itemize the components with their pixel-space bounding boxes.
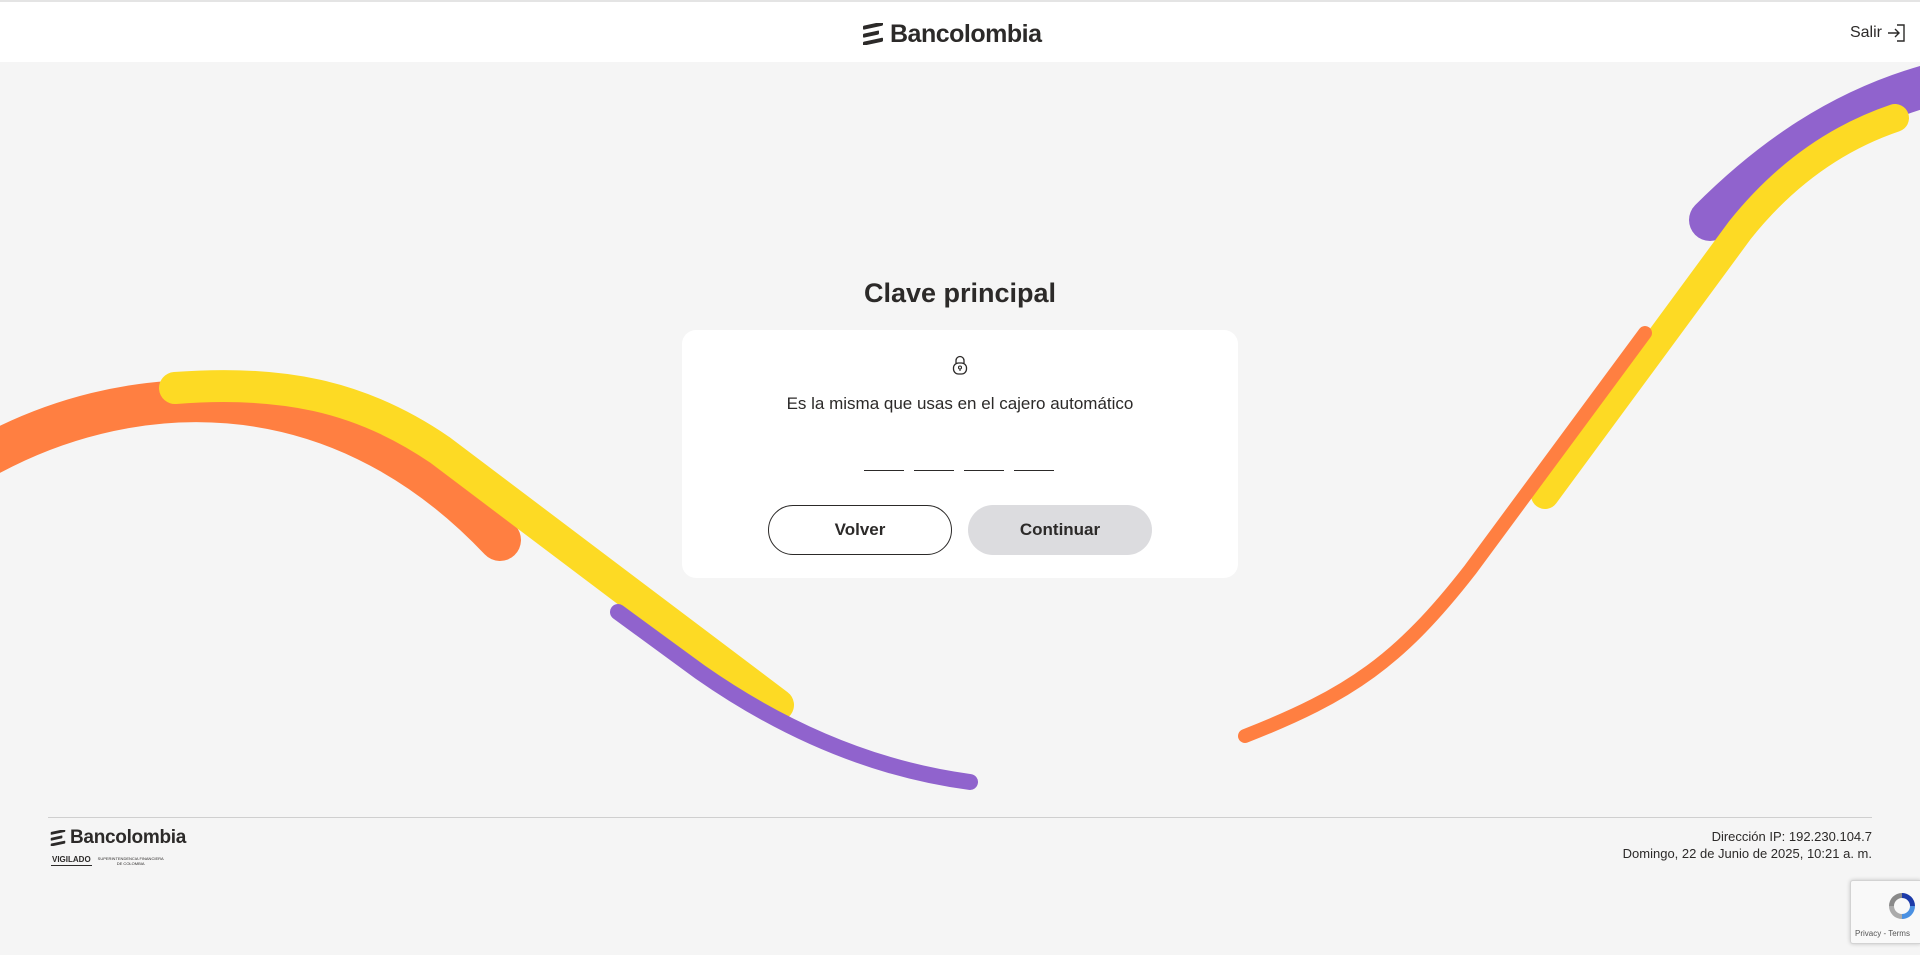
top-header: Bancolombia Salir: [0, 2, 1920, 62]
pin-digit-2[interactable]: [914, 444, 954, 471]
footer-brand: Bancolombia: [50, 827, 186, 849]
bancolombia-logo-icon: [50, 830, 66, 846]
page-title: Clave principal: [863, 278, 1057, 308]
exit-label: Salir: [1849, 24, 1882, 41]
pin-digit-1[interactable]: [864, 444, 904, 471]
lock-container: [952, 355, 968, 380]
recaptcha-badge[interactable]: Privacy - Terms: [1850, 880, 1920, 944]
lock-icon: [952, 355, 968, 375]
vigilado-label: VIGILADO: [51, 855, 92, 866]
ip-address: Dirección IP: 192.230.104.7: [1711, 829, 1872, 844]
back-button[interactable]: Volver: [768, 505, 952, 555]
recaptcha-icon: [1889, 893, 1915, 919]
exit-button[interactable]: Salir: [1850, 23, 1906, 43]
exit-icon: [1888, 24, 1905, 42]
session-datetime: Domingo, 22 de Junio de 2025, 10:21 a. m…: [1622, 846, 1872, 861]
vigilado-seal: VIGILADO SUPERINTENDENCIA FINANCIERA DE …: [51, 855, 166, 866]
header-brand[interactable]: Bancolombia: [862, 19, 1042, 49]
footer-brand-name: Bancolombia: [70, 827, 186, 848]
regulator-label: SUPERINTENDENCIA FINANCIERA DE COLOMBIA: [97, 855, 164, 866]
footer-divider: [48, 817, 1872, 818]
recaptcha-links[interactable]: Privacy - Terms: [1855, 929, 1910, 938]
brand-name: Bancolombia: [890, 19, 1042, 48]
pin-digit-4[interactable]: [1014, 444, 1054, 471]
session-info: Dirección IP: 192.230.104.7 Domingo, 22 …: [1623, 828, 1872, 862]
bancolombia-logo-icon: [863, 23, 883, 45]
password-card: Es la misma que usas en el cajero automá…: [682, 330, 1238, 578]
password-hint: Es la misma que usas en el cajero automá…: [786, 394, 1134, 413]
pin-digit-3[interactable]: [964, 444, 1004, 471]
pin-input-group: [864, 444, 1054, 471]
continue-button[interactable]: Continuar: [968, 505, 1152, 555]
